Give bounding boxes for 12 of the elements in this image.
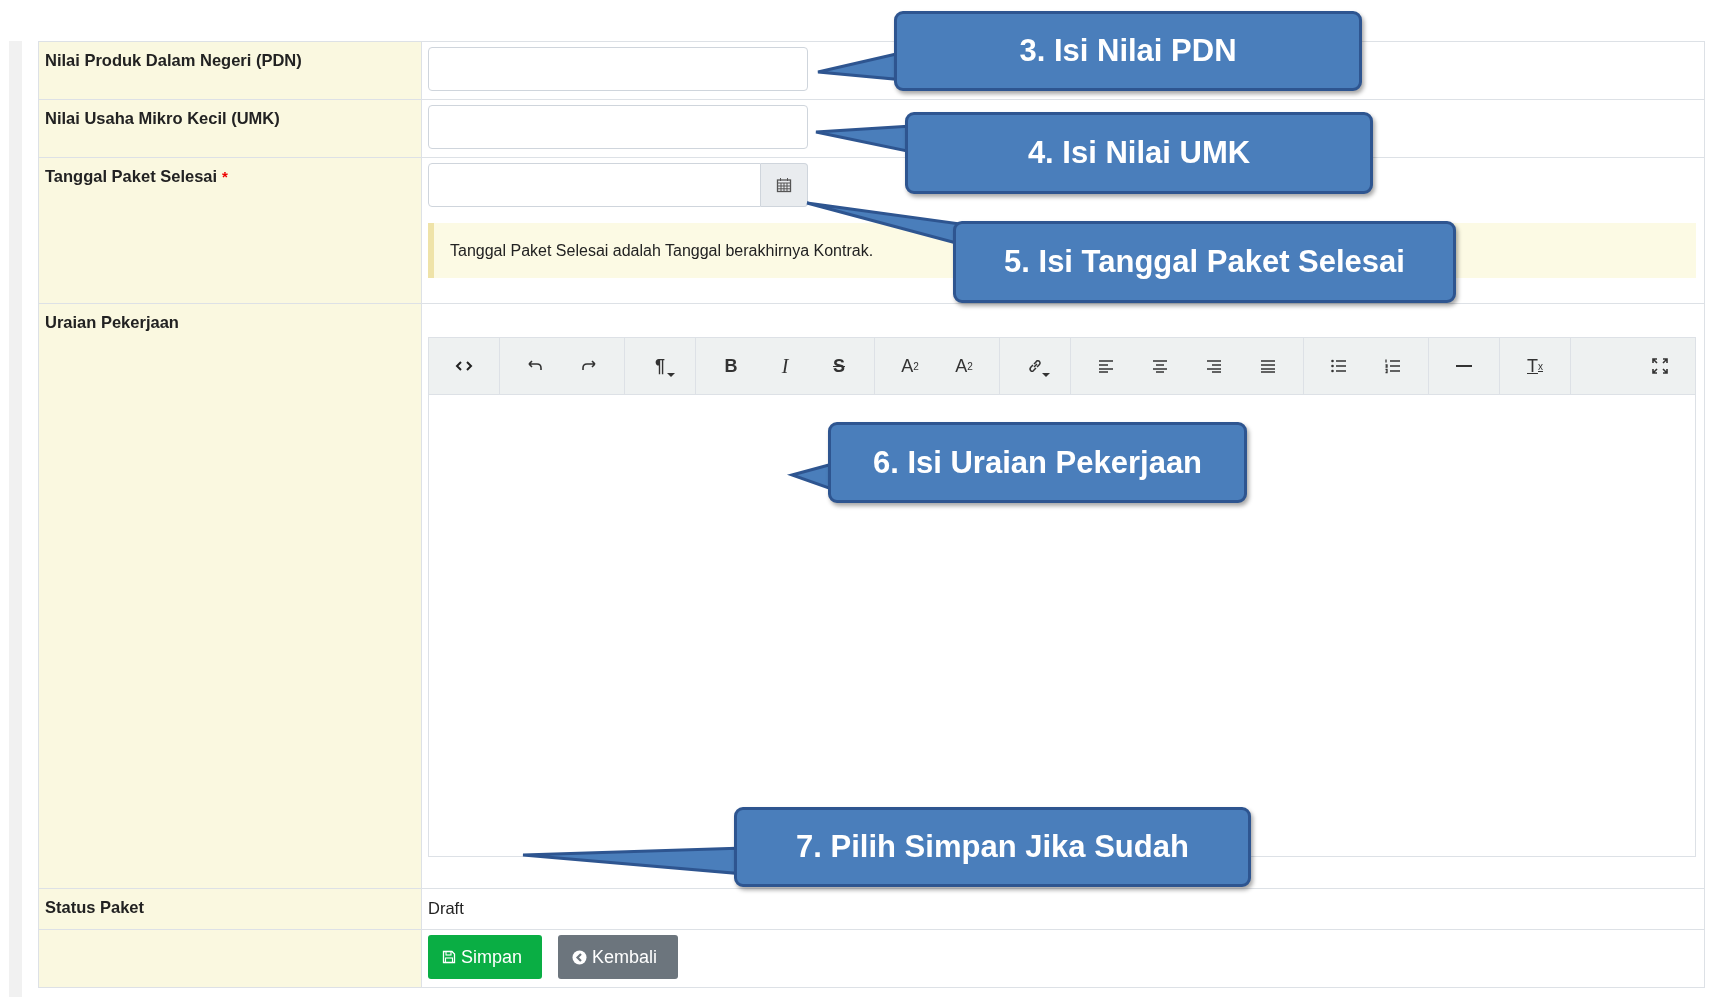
field-label: Tanggal Paket Selesai bbox=[45, 167, 218, 185]
callout: 6. Isi Uraian Pekerjaan bbox=[828, 422, 1247, 503]
callout: 5. Isi Tanggal Paket Selesai bbox=[953, 221, 1456, 303]
status-value: Draft bbox=[428, 899, 464, 917]
callout: 7. Pilih Simpan Jika Sudah bbox=[734, 807, 1251, 887]
field-label: Nilai Produk Dalam Negeri (PDN) bbox=[45, 51, 302, 69]
callout: 4. Isi Nilai UMK bbox=[905, 112, 1373, 194]
callout: 3. Isi Nilai PDN bbox=[894, 11, 1362, 91]
field-label: Uraian Pekerjaan bbox=[45, 313, 179, 331]
required-mark: * bbox=[222, 168, 228, 185]
field-label: Status Paket bbox=[45, 898, 145, 916]
field-label: Nilai Usaha Mikro Kecil (UMK) bbox=[45, 109, 280, 127]
